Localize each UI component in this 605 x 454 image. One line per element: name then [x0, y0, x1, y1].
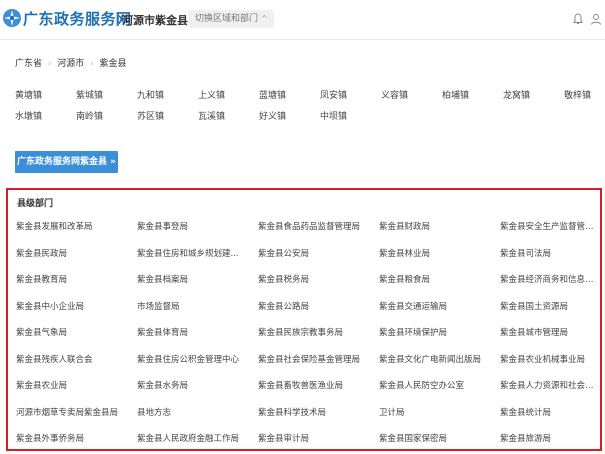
town-link[interactable]: 柏埔镇: [442, 90, 503, 102]
chevron-right-icon: ›: [90, 59, 94, 68]
department-link[interactable]: 紫金县粮食局: [379, 271, 500, 298]
town-link[interactable]: 凤安镇: [320, 90, 381, 102]
department-link[interactable]: 紫金县旅游局: [500, 430, 605, 454]
top-header: 广东政务服务网 河源市紫金县 切换区域和部门 ^: [0, 0, 605, 40]
department-link[interactable]: 紫金县城市管理局: [500, 324, 605, 351]
breadcrumb-city[interactable]: 河源市: [57, 59, 84, 69]
switch-region-button[interactable]: 切换区域和部门 ^: [189, 10, 274, 28]
town-link[interactable]: 龙窝镇: [503, 90, 564, 102]
department-list: 紫金县发展和改革局 紫金县事登局 紫金县食品药品监督管理局 紫金县财政局 紫金县安全生产…: [16, 218, 605, 454]
department-link[interactable]: 紫金县气象局: [16, 324, 137, 351]
department-link[interactable]: 紫金县公安局: [258, 245, 379, 272]
breadcrumb-county[interactable]: 紫金县: [99, 59, 126, 69]
department-link[interactable]: 紫金县国家保密局: [379, 430, 500, 454]
breadcrumb-province[interactable]: 广东省: [15, 59, 42, 69]
department-link[interactable]: 紫金县残疾人联合会: [16, 351, 137, 378]
department-link[interactable]: 紫金县财政局: [379, 218, 500, 245]
department-link[interactable]: 紫金县社会保险基金管理局: [258, 351, 379, 378]
department-link[interactable]: 河源市烟草专卖局紫金县局: [16, 404, 137, 431]
header-divider: [116, 12, 117, 26]
department-link[interactable]: 紫金县经济商务和信息化局: [500, 271, 605, 298]
department-link[interactable]: 紫金县教育局: [16, 271, 137, 298]
switch-region-label: 切换区域和部门: [195, 14, 259, 24]
department-link[interactable]: 紫金县食品药品监督管理局: [258, 218, 379, 245]
department-section: 县级部门 紫金县发展和改革局 紫金县事登局 紫金县食品药品监督管理局 紫金县财政局 紫金…: [6, 188, 602, 451]
department-link[interactable]: 紫金县中小企业局: [16, 298, 137, 325]
department-link[interactable]: 卫计局: [379, 404, 500, 431]
town-link[interactable]: 紫城镇: [76, 90, 137, 102]
department-link[interactable]: 紫金县公路局: [258, 298, 379, 325]
department-link[interactable]: 紫金县档案局: [137, 271, 258, 298]
department-link[interactable]: 紫金县住房公积金管理中心: [137, 351, 258, 378]
chevron-up-icon: ^: [261, 14, 268, 23]
department-link[interactable]: 市场监督局: [137, 298, 258, 325]
town-link[interactable]: 中坝镇: [320, 111, 381, 123]
town-link[interactable]: 水墩镇: [15, 111, 76, 123]
town-link[interactable]: 南岭镇: [76, 111, 137, 123]
department-link[interactable]: 紫金县环境保护局: [379, 324, 500, 351]
province-portal-button[interactable]: 广东政务服务网紫金县 »: [15, 151, 118, 173]
department-link[interactable]: 紫金县国土资源局: [500, 298, 605, 325]
logo-icon[interactable]: [2, 8, 22, 28]
breadcrumb: 广东省 › 河源市 › 紫金县: [15, 56, 126, 69]
town-link[interactable]: 瓦溪镇: [198, 111, 259, 123]
town-link[interactable]: 九和镇: [137, 90, 198, 102]
department-link[interactable]: 紫金县人民防空办公室: [379, 377, 500, 404]
department-link[interactable]: 紫金县农业机械事业局: [500, 351, 605, 378]
town-list: 黄塘镇 紫城镇 九和镇 上义镇 蓝塘镇 凤安镇 义容镇 柏埔镇 龙窝镇 敬梓镇水墩镇 南岭镇 苏区镇瓦…: [15, 90, 605, 123]
department-link[interactable]: 紫金县体育局: [137, 324, 258, 351]
town-link[interactable]: 蓝塘镇: [259, 90, 320, 102]
department-link[interactable]: 紫金县民族宗教事务局: [258, 324, 379, 351]
department-section-title: 县级部门: [17, 199, 54, 209]
department-link[interactable]: 县地方志: [137, 404, 258, 431]
department-link[interactable]: 紫金县安全生产监督管理局: [500, 218, 605, 245]
department-link[interactable]: 紫金县科学技术局: [258, 404, 379, 431]
town-link[interactable]: 苏区镇: [137, 111, 198, 123]
user-icon[interactable]: [589, 12, 603, 26]
department-link[interactable]: 紫金县交通运输局: [379, 298, 500, 325]
department-link[interactable]: 紫金县人民政府金融工作局: [137, 430, 258, 454]
department-link[interactable]: 紫金县税务局: [258, 271, 379, 298]
department-link[interactable]: 紫金县林业局: [379, 245, 500, 272]
department-link[interactable]: 紫金县水务局: [137, 377, 258, 404]
town-link[interactable]: 好义镇: [259, 111, 320, 123]
department-link[interactable]: 紫金县人力资源和社会保...: [500, 377, 605, 404]
department-link[interactable]: 紫金县事登局: [137, 218, 258, 245]
bell-icon[interactable]: [571, 12, 585, 26]
town-link[interactable]: 上义镇: [198, 90, 259, 102]
department-link[interactable]: 紫金县文化广电新闻出版局: [379, 351, 500, 378]
current-region: 河源市紫金县: [122, 14, 188, 27]
department-link[interactable]: 紫金县发展和改革局: [16, 218, 137, 245]
town-link[interactable]: 黄塘镇: [15, 90, 76, 102]
town-link[interactable]: 敬梓镇: [564, 90, 605, 102]
department-link[interactable]: 紫金县畜牧兽医渔业局: [258, 377, 379, 404]
department-link[interactable]: 紫金县外事侨务局: [16, 430, 137, 454]
chevron-right-icon: ›: [48, 59, 52, 68]
town-link[interactable]: 义容镇: [381, 90, 442, 102]
department-link[interactable]: 紫金县审计局: [258, 430, 379, 454]
department-link[interactable]: 紫金县住房和城乡规划建...: [137, 245, 258, 272]
department-link[interactable]: 紫金县司法局: [500, 245, 605, 272]
department-link[interactable]: 紫金县统计局: [500, 404, 605, 431]
department-link[interactable]: 紫金县农业局: [16, 377, 137, 404]
department-link[interactable]: 紫金县民政局: [16, 245, 137, 272]
